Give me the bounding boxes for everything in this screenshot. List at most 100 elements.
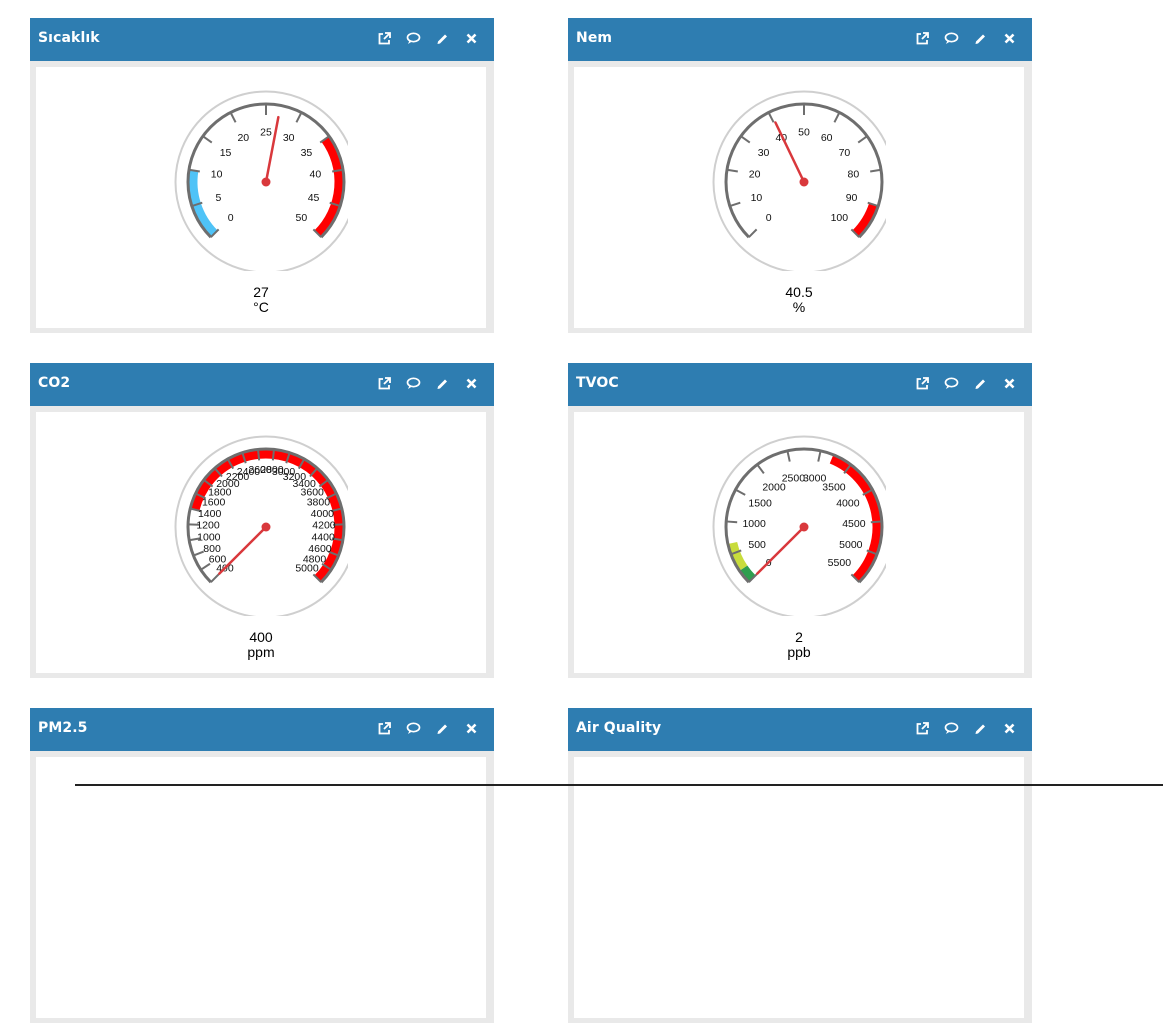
edit-icon[interactable] [971, 719, 989, 737]
gauge-tick-label: 35 [301, 147, 313, 159]
gauge-tick-label: 4400 [311, 531, 335, 543]
close-icon[interactable] [462, 719, 480, 737]
gauge-unit: ppm [36, 645, 486, 660]
widget-body: 0500100015002000250030003500400045005000… [568, 406, 1032, 678]
close-icon[interactable] [1000, 374, 1018, 392]
comment-icon[interactable] [404, 29, 422, 47]
gauge-tick-label: 40 [310, 169, 322, 181]
widget-header: CO2 [30, 363, 494, 406]
widget-actions [913, 374, 1018, 392]
gauge-value: 400 [36, 630, 486, 645]
widget-header: TVOC [568, 363, 1032, 406]
edit-icon[interactable] [433, 374, 451, 392]
comment-icon[interactable] [942, 719, 960, 737]
gauge-tick-label: 25 [260, 127, 272, 139]
gauge-tick-label: 15 [220, 147, 232, 159]
gauge-tick-label: 10 [211, 169, 223, 181]
gauge-tick-label: 0 [766, 212, 772, 224]
gauge-tick-label: 70 [839, 147, 851, 159]
comment-icon[interactable] [404, 719, 422, 737]
widget-header: PM2.5 [30, 708, 494, 751]
widget-body: 4006008001000120014001600180020002200240… [30, 406, 494, 678]
gauge-tick-label: 1200 [196, 520, 220, 532]
widget-pm25: PM2.5 [30, 708, 494, 1023]
gauge-tick-label: 1400 [198, 508, 222, 520]
widget-actions [375, 29, 480, 47]
edit-icon[interactable] [971, 29, 989, 47]
gauge-tick-label: 4500 [842, 518, 866, 530]
gauge-tick-label: 4200 [312, 520, 336, 532]
gauge-tick-label: 1000 [742, 518, 766, 530]
gauge-needle-hub [262, 178, 271, 187]
gauge-tick-label: 0 [228, 212, 234, 224]
widget-body [30, 751, 494, 1023]
gauge: 05101520253035404550 [174, 87, 348, 271]
widget-title: Air Quality [576, 720, 661, 736]
gauge-tick-label: 2500 [782, 473, 806, 485]
gauge-tick-label: 1500 [748, 498, 772, 510]
gauge-tick [258, 449, 259, 460]
close-icon[interactable] [1000, 29, 1018, 47]
external-link-icon[interactable] [375, 719, 393, 737]
gauge-tick-label: 80 [848, 169, 860, 181]
gauge-tick-label: 30 [758, 147, 770, 159]
gauge-unit: °C [36, 300, 486, 315]
gauge-tick-label: 50 [798, 127, 810, 139]
gauge-tick-label: 100 [831, 212, 849, 224]
gauge: 0500100015002000250030003500400045005000… [712, 432, 886, 616]
gauge-needle-hub [800, 178, 809, 187]
widget-content [574, 757, 1024, 1018]
widget-actions [375, 719, 480, 737]
gauge-tick [871, 521, 882, 522]
close-icon[interactable] [462, 29, 480, 47]
widget-actions [375, 374, 480, 392]
gauge-tick-label: 800 [203, 543, 221, 555]
gauge-value: 2 [574, 630, 1024, 645]
comment-icon[interactable] [404, 374, 422, 392]
widget-actions [913, 29, 1018, 47]
gauge-tick-label: 20 [749, 169, 761, 181]
widget-content: 0102030405060708090100 40.5 % [574, 67, 1024, 328]
external-link-icon[interactable] [913, 719, 931, 737]
gauge-tick-label: 5500 [828, 557, 852, 569]
edit-icon[interactable] [433, 719, 451, 737]
edit-icon[interactable] [971, 374, 989, 392]
widget-title: PM2.5 [38, 720, 88, 736]
widget-tvoc: TVOC 05001000150020002500300035004000450… [568, 363, 1032, 678]
widget-body: 0102030405060708090100 40.5 % [568, 61, 1032, 333]
widget-co2: CO2 400600800100012001400160018002000220… [30, 363, 494, 678]
gauge-tick-label: 3500 [822, 481, 846, 493]
widget-body [568, 751, 1032, 1023]
gauge-value: 27 [36, 285, 486, 300]
widget-nem: Nem 0102030405060708090100 40.5 % [568, 18, 1032, 333]
widget-title: Nem [576, 30, 612, 46]
external-link-icon[interactable] [913, 374, 931, 392]
gauge-unit: % [574, 300, 1024, 315]
comment-icon[interactable] [942, 374, 960, 392]
close-icon[interactable] [462, 374, 480, 392]
gauge-tick-label: 600 [209, 553, 227, 565]
gauge-tick-label: 50 [296, 212, 308, 224]
edit-icon[interactable] [433, 29, 451, 47]
gauge-tick-label: 90 [846, 192, 858, 204]
widget-title: TVOC [576, 375, 619, 391]
widget-actions [913, 719, 1018, 737]
widget-content: 0500100015002000250030003500400045005000… [574, 412, 1024, 673]
gauge-tick-label: 45 [308, 192, 320, 204]
external-link-icon[interactable] [913, 29, 931, 47]
external-link-icon[interactable] [375, 374, 393, 392]
widget-content: 4006008001000120014001600180020002200240… [36, 412, 486, 673]
gauge-tick-label: 1000 [197, 531, 221, 543]
comment-icon[interactable] [942, 29, 960, 47]
gauge-needle-hub [262, 523, 271, 532]
gauge-tick [726, 521, 737, 522]
gauge-needle-hub [800, 523, 809, 532]
widget-air-quality: Air Quality [568, 708, 1032, 1023]
external-link-icon[interactable] [375, 29, 393, 47]
widget-sicaklik: Sıcaklık 05101520253035404550 27 °C [30, 18, 494, 333]
widget-header: Sıcaklık [30, 18, 494, 61]
widget-header: Nem [568, 18, 1032, 61]
close-icon[interactable] [1000, 719, 1018, 737]
gauge-tick-label: 500 [748, 539, 766, 551]
gauge: 4006008001000120014001600180020002200240… [174, 432, 348, 616]
